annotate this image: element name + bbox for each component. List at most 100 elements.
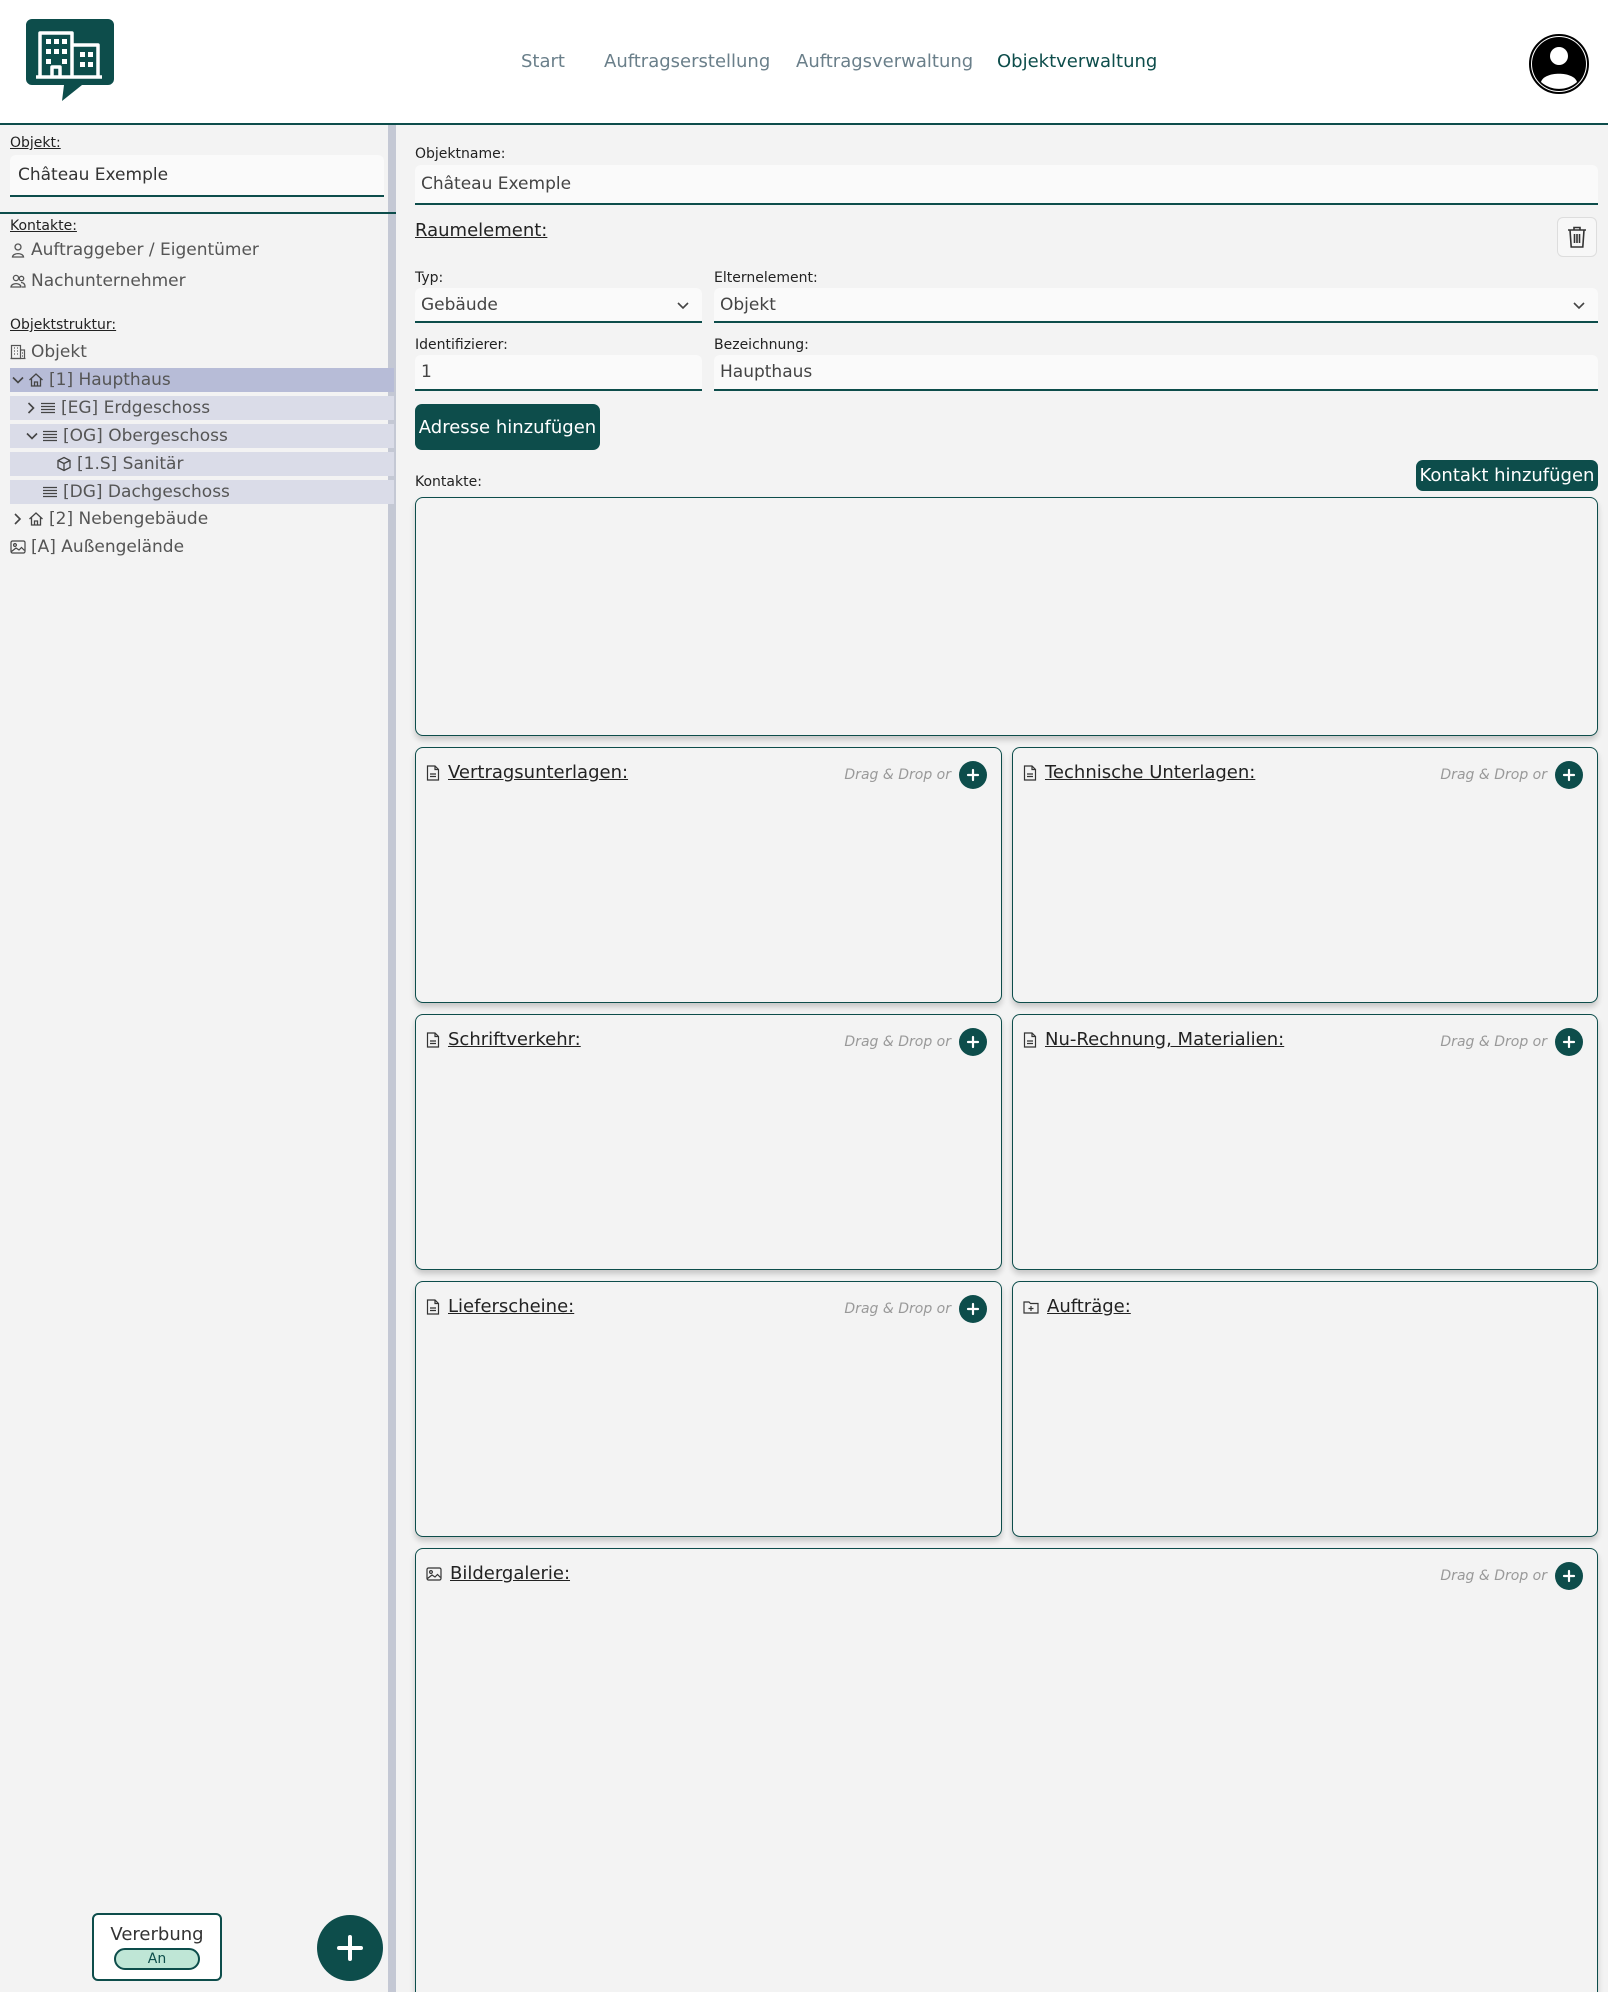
tree-item-label: [EG] Erdgeschoss <box>61 398 211 418</box>
document-icon <box>1023 1031 1037 1048</box>
plus-icon <box>337 1935 363 1961</box>
tree-item-dachgeschoss[interactable]: [DG] Dachgeschoss <box>10 480 394 504</box>
tree-item-haupthaus[interactable]: [1] Haupthaus <box>10 368 394 392</box>
person-icon <box>11 243 25 258</box>
trash-icon <box>1568 226 1586 248</box>
typ-value: Gebäude <box>421 294 498 315</box>
tree-item-erdgeschoss[interactable]: [EG] Erdgeschoss <box>10 396 394 420</box>
nav-objektverwaltung[interactable]: Objektverwaltung <box>997 51 1157 72</box>
chevron-down-icon[interactable] <box>10 372 26 388</box>
tree-item-label: [OG] Obergeschoss <box>63 426 228 446</box>
add-element-button[interactable] <box>317 1915 383 1981</box>
sidebar-divider <box>0 212 396 214</box>
add-contact-button[interactable]: Kontakt hinzufügen <box>1416 460 1598 491</box>
sidebar-contact-nachunternehmer[interactable]: Nachunternehmer <box>10 269 186 293</box>
bez-input[interactable]: Haupthaus <box>714 355 1598 391</box>
document-icon <box>426 1031 440 1048</box>
document-icon <box>1023 764 1037 781</box>
objektname-input[interactable]: Château Exemple <box>415 165 1598 205</box>
nav-auftragsverwaltung[interactable]: Auftragsverwaltung <box>796 51 973 72</box>
plus-icon <box>1562 768 1576 782</box>
ident-input[interactable]: 1 <box>415 355 702 391</box>
upload-button[interactable] <box>1555 1028 1583 1056</box>
ident-value: 1 <box>421 362 432 382</box>
structure-label: Objektstruktur: <box>10 317 117 333</box>
card-title[interactable]: Lieferscheine: <box>448 1296 574 1317</box>
typ-select[interactable]: Gebäude <box>415 288 702 323</box>
cube-icon <box>57 456 71 472</box>
sidebar-contact-auftraggeber[interactable]: Auftraggeber / Eigentümer <box>10 238 259 262</box>
contacts-label: Kontakte: <box>10 218 77 234</box>
chevron-down-icon <box>1573 301 1585 309</box>
tree-item-nebengebaeude[interactable]: [2] Nebengebäude <box>10 507 394 531</box>
add-address-button[interactable]: Adresse hinzufügen <box>415 404 600 450</box>
folder-plus-icon <box>1023 1300 1039 1314</box>
card-title[interactable]: Bildergalerie: <box>450 1563 570 1584</box>
raumelement-title: Raumelement: <box>415 220 548 241</box>
contact-label: Nachunternehmer <box>31 271 186 291</box>
card-auftraege: Aufträge: <box>1012 1281 1598 1537</box>
chevron-down-icon <box>677 301 689 309</box>
card-vertragsunterlagen: Vertragsunterlagen: Drag & Drop or <box>415 747 1002 1003</box>
image-icon <box>10 540 26 554</box>
contact-label: Auftraggeber / Eigentümer <box>31 240 259 260</box>
tree-item-label: [2] Nebengebäude <box>49 509 209 529</box>
delete-button[interactable] <box>1557 217 1597 257</box>
tree-item-sanitaer[interactable]: [1.S] Sanitär <box>10 452 394 476</box>
nav-auftragserstellung[interactable]: Auftragserstellung <box>604 51 770 72</box>
top-header: Start Auftragserstellung Auftragsverwalt… <box>0 0 1608 125</box>
upload-button[interactable] <box>959 761 987 789</box>
tree-item-obergeschoss[interactable]: [OG] Obergeschoss <box>10 424 394 448</box>
objektname-value: Château Exemple <box>421 174 572 194</box>
bez-label: Bezeichnung: <box>714 337 809 353</box>
card-title[interactable]: Schriftverkehr: <box>448 1029 581 1050</box>
tree-item-label: [A] Außengelände <box>31 537 185 557</box>
inheritance-label: Vererbung <box>110 1924 204 1945</box>
contacts-panel <box>415 497 1598 736</box>
drag-drop-hint: Drag & Drop or <box>844 767 951 783</box>
eltern-label: Elternelement: <box>714 270 818 286</box>
eltern-select[interactable]: Objekt <box>714 288 1598 323</box>
upload-button[interactable] <box>1555 1562 1583 1590</box>
inheritance-state-badge[interactable]: An <box>114 1948 200 1970</box>
ident-label: Identifizierer: <box>415 337 508 353</box>
layers-icon <box>43 430 57 442</box>
card-title[interactable]: Aufträge: <box>1047 1296 1131 1317</box>
layers-icon <box>43 486 57 498</box>
plus-icon <box>966 1035 980 1049</box>
document-icon <box>426 764 440 781</box>
drag-drop-hint: Drag & Drop or <box>1440 1568 1547 1584</box>
card-title[interactable]: Nu-Rechnung, Materialien: <box>1045 1029 1284 1050</box>
chevron-down-icon[interactable] <box>24 428 40 444</box>
drag-drop-hint: Drag & Drop or <box>1440 1034 1547 1050</box>
house-icon <box>29 373 43 387</box>
tree-item-objekt[interactable]: Objekt <box>10 340 394 364</box>
drag-drop-hint: Drag & Drop or <box>1440 767 1547 783</box>
chevron-right-icon[interactable] <box>10 511 26 527</box>
objektname-label: Objektname: <box>415 146 506 162</box>
upload-button[interactable] <box>959 1028 987 1056</box>
inheritance-toggle[interactable]: Vererbung An <box>92 1913 222 1981</box>
main-content: Objektname: Château Exemple Raumelement:… <box>404 125 1608 1992</box>
bez-value: Haupthaus <box>720 362 813 382</box>
card-title[interactable]: Technische Unterlagen: <box>1045 762 1255 783</box>
main-nav: Start Auftragserstellung Auftragsverwalt… <box>0 51 1608 81</box>
drag-drop-hint: Drag & Drop or <box>844 1034 951 1050</box>
upload-button[interactable] <box>1555 761 1583 789</box>
upload-button[interactable] <box>959 1295 987 1323</box>
card-title[interactable]: Vertragsunterlagen: <box>448 762 628 783</box>
tree-item-aussengelaende[interactable]: [A] Außengelände <box>10 535 394 559</box>
drag-drop-hint: Drag & Drop or <box>844 1301 951 1317</box>
object-select-input[interactable] <box>10 155 384 197</box>
plus-icon <box>966 1302 980 1316</box>
user-avatar-icon[interactable] <box>1528 33 1590 95</box>
nav-start[interactable]: Start <box>521 51 565 72</box>
sidebar: Objekt: Kontakte: Auftraggeber / Eigentü… <box>0 125 396 1992</box>
tree-item-label: [1] Haupthaus <box>49 370 171 390</box>
object-label: Objekt: <box>10 135 61 151</box>
typ-label: Typ: <box>415 270 444 286</box>
plus-icon <box>1562 1035 1576 1049</box>
building-icon <box>10 344 26 360</box>
tree-item-label: [1.S] Sanitär <box>77 454 184 474</box>
chevron-right-icon[interactable] <box>24 400 38 416</box>
